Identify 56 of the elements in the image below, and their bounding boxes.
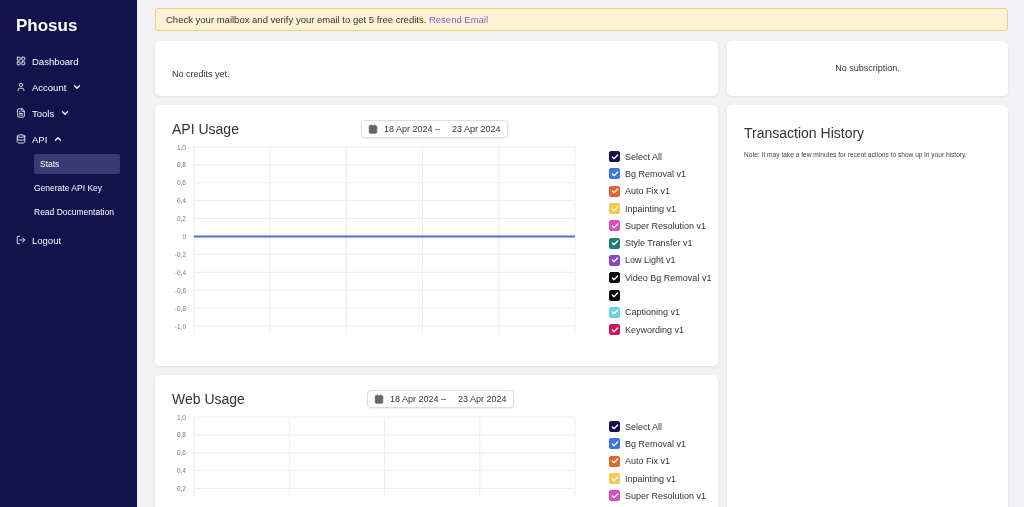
legend-label: Auto Fix v1: [625, 186, 671, 197]
user-icon: [16, 82, 26, 92]
legend-checkbox[interactable]: [609, 421, 620, 433]
legend-label: Super Resolution v1: [625, 220, 707, 231]
legend-checkbox[interactable]: [609, 237, 620, 249]
legend-label: Video Bg Removal v1: [625, 272, 712, 283]
legend-checkbox[interactable]: [609, 490, 620, 502]
verification-banner: Check your mailbox and verify your email to get 5 free credits. Resend Email: [155, 8, 1008, 31]
logout-icon: [16, 235, 26, 245]
logo: Phosus: [16, 16, 79, 36]
subscription-message: No subscription.: [835, 63, 900, 75]
legend-label: Keywording v1: [625, 324, 685, 335]
legend-label: Bg Removal v1: [625, 438, 687, 449]
legend-label: Bg Removal v1: [625, 168, 687, 179]
legend-checkbox[interactable]: [609, 151, 620, 163]
legend-label: Captioning v1: [625, 307, 681, 318]
legend-checkbox[interactable]: [609, 438, 620, 450]
legend-checkbox[interactable]: [609, 455, 620, 467]
card-title: API Usage: [172, 121, 239, 137]
legend-label: Inpainting v1: [625, 473, 677, 484]
database-icon: [16, 134, 26, 144]
chevron-down-icon: [72, 82, 83, 92]
credits-message: No credits yet.: [172, 68, 230, 79]
legend-checkbox[interactable]: [609, 168, 620, 180]
legend-checkbox[interactable]: [609, 220, 620, 232]
chevron-down-icon: [60, 108, 71, 118]
calendar-icon: [367, 124, 378, 134]
legend-label: Style Transfer v1: [625, 238, 693, 249]
card-title: Transaction History: [744, 125, 866, 141]
legend-checkbox[interactable]: [609, 185, 620, 197]
nav-item[interactable]: Logout: [16, 232, 137, 248]
grid-icon: [16, 56, 26, 66]
legend-checkbox[interactable]: [609, 272, 620, 284]
nav-item[interactable]: Tools: [16, 105, 137, 121]
nav-item[interactable]: Dashboard: [16, 53, 137, 69]
nav-subitem[interactable]: Read Documentation: [34, 202, 120, 222]
legend-label: Auto Fix v1: [625, 456, 671, 467]
legend-checkbox[interactable]: [609, 254, 620, 266]
date-range-button[interactable]: 18 Apr 2024 – 23 Apr 2024: [366, 390, 514, 408]
legend-label: Super Resolution v1: [625, 490, 707, 501]
chevron-up-icon: [53, 134, 64, 144]
card-title: Web Usage: [172, 391, 245, 407]
calendar-icon: [373, 394, 384, 404]
resend-email-link[interactable]: Resend Email: [428, 14, 489, 25]
nav-subitem[interactable]: Generate API Key: [34, 178, 120, 198]
document-icon: [16, 108, 26, 118]
date-range-button[interactable]: 18 Apr 2024 – 23 Apr 2024: [360, 120, 508, 138]
nav-item[interactable]: Account: [16, 79, 137, 95]
legend-label: Low Light v1: [625, 255, 676, 266]
legend-label: Select All: [625, 151, 663, 162]
nav-subitem[interactable]: Stats: [34, 154, 120, 174]
legend-checkbox[interactable]: [609, 289, 620, 301]
legend-label: Inpainting v1: [625, 203, 677, 214]
legend-label: Select All: [625, 421, 663, 432]
legend-checkbox[interactable]: [609, 324, 620, 336]
nav-item[interactable]: API: [16, 131, 137, 147]
